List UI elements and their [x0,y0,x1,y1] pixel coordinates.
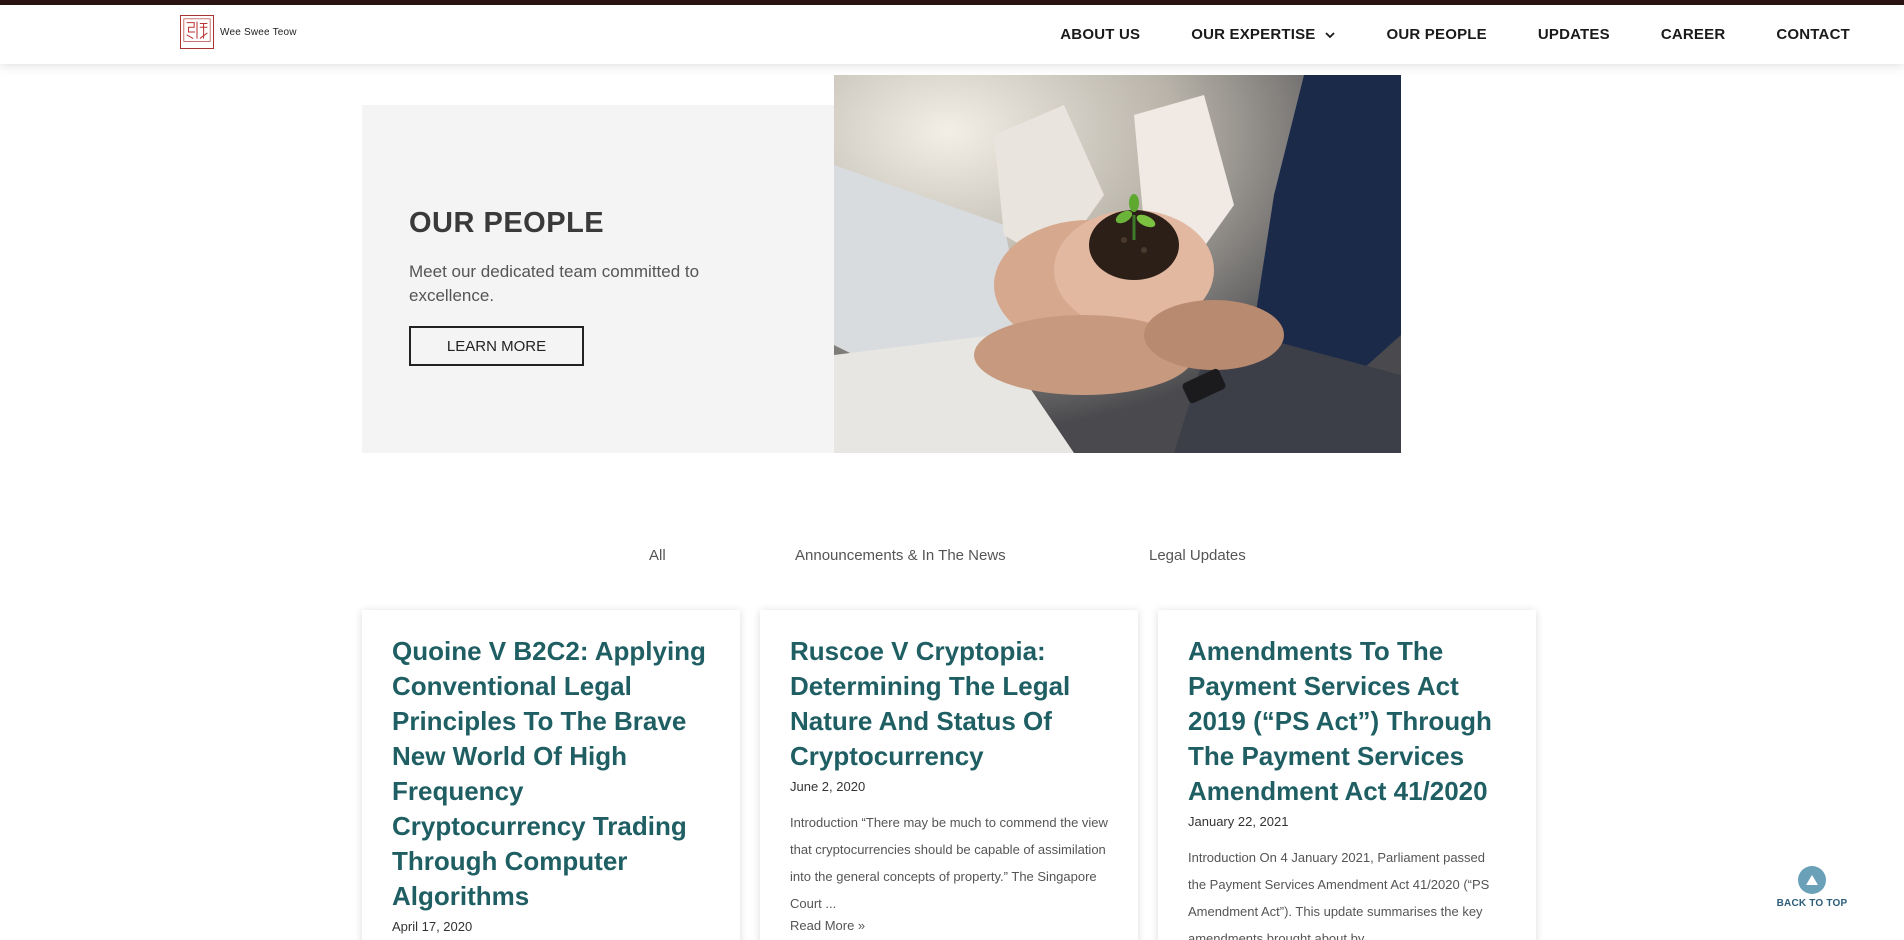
nav-updates[interactable]: UPDATES [1538,26,1610,43]
post-date: April 17, 2020 [392,919,473,934]
hero-description: Meet our dedicated team committed to exc… [409,262,700,305]
nav-about-us[interactable]: ABOUT US [1060,26,1140,43]
post-date: January 22, 2021 [1188,814,1289,829]
nav-our-expertise-label: OUR EXPERTISE [1191,26,1316,43]
nav-about-us-label: ABOUT US [1060,26,1141,43]
hands-seedling-photo [834,75,1401,453]
post-card: Quoine V B2C2: Applying Conventional Leg… [362,610,740,940]
main-nav: ABOUT US OUR EXPERTISE OUR PEOPLE UPDATE… [1060,5,1850,64]
post-card: Amendments To The Payment Services Act 2… [1158,610,1536,940]
nav-our-people-label: OUR PEOPLE [1386,26,1487,43]
post-card: Ruscoe V Cryptopia: Determining The Lega… [760,610,1138,940]
logo-text: Wee Swee Teow [220,26,297,38]
nav-career-label: CAREER [1660,26,1726,43]
site-logo[interactable]: Wee Swee Teow [180,15,297,49]
post-excerpt: Introduction On 4 January 2021, Parliame… [1188,850,1490,940]
filter-legal-updates[interactable]: Legal Updates [1149,547,1246,564]
nav-contact-label: CONTACT [1776,26,1850,43]
nav-our-expertise[interactable]: OUR EXPERTISE [1191,26,1335,43]
post-date: June 2, 2020 [790,779,866,794]
nav-career[interactable]: CAREER [1661,26,1726,43]
site-header: Wee Swee Teow ABOUT US OUR EXPERTISE OUR… [0,5,1904,64]
arrow-up-icon [1798,866,1826,894]
nav-contact[interactable]: CONTACT [1776,26,1850,43]
back-to-top-label: BACK TO TOP [1776,898,1848,909]
read-more-link[interactable]: Read More » [790,918,865,933]
post-excerpt: Introduction “There may be much to comme… [790,815,1108,911]
hero-title: OUR PEOPLE [409,207,605,239]
logo-mark-icon [180,15,214,49]
post-title-link[interactable]: Quoine V B2C2: Applying Conventional Leg… [392,634,710,914]
post-title-link[interactable]: Amendments To The Payment Services Act 2… [1188,634,1506,809]
back-to-top-button[interactable]: BACK TO TOP [1772,866,1852,909]
post-title-link[interactable]: Ruscoe V Cryptopia: Determining The Lega… [790,634,1108,774]
learn-more-button[interactable]: LEARN MORE [409,326,584,366]
chevron-down-icon [1324,31,1335,38]
nav-our-people[interactable]: OUR PEOPLE [1387,26,1487,43]
nav-updates-label: UPDATES [1537,26,1610,43]
our-people-panel: OUR PEOPLE Meet our dedicated team commi… [362,105,834,453]
filter-announcements[interactable]: Announcements & In The News [795,547,1006,564]
post-filters: All Announcements & In The News Legal Up… [0,547,1904,567]
filter-all[interactable]: All [649,547,666,564]
